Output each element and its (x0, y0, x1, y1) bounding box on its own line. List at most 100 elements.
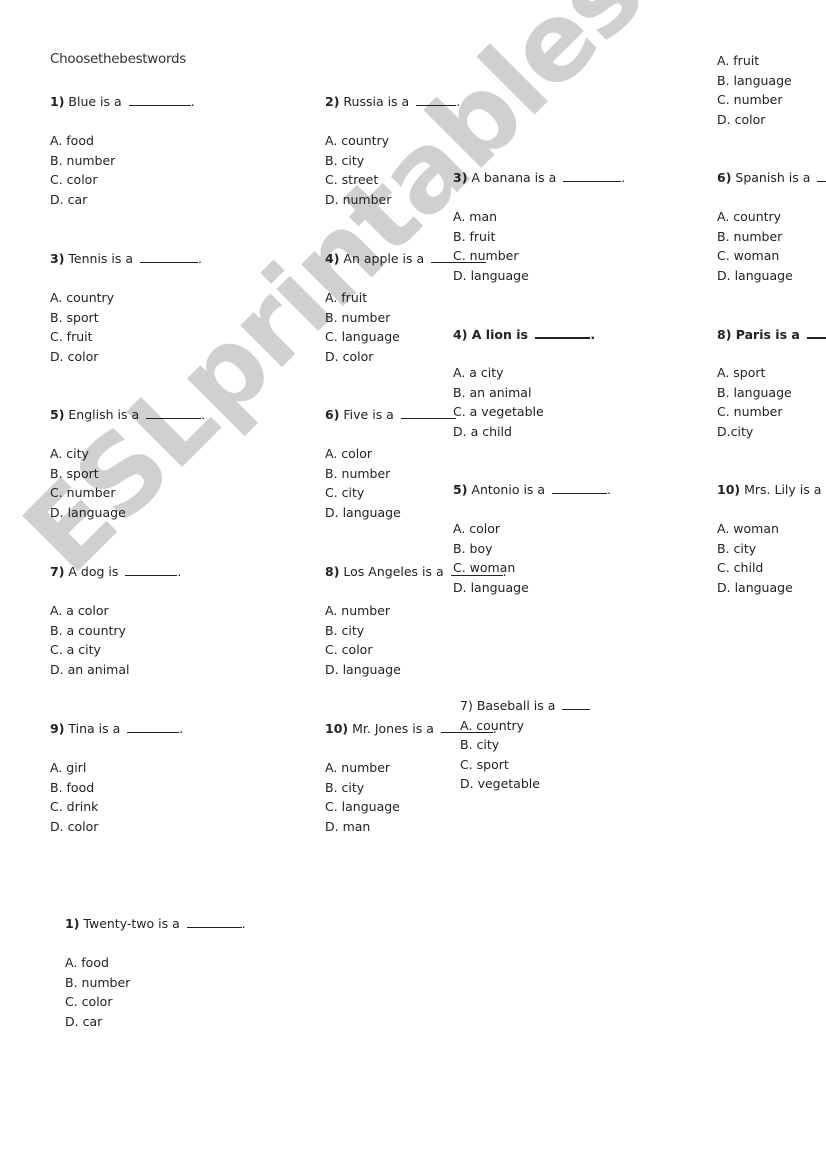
answer-blank[interactable] (140, 249, 199, 263)
answer-option[interactable]: A. color (453, 519, 611, 539)
answer-option[interactable]: A. country (50, 288, 202, 308)
answer-option[interactable]: C. drink (50, 797, 183, 817)
answer-option[interactable]: D. man (325, 817, 497, 837)
answer-option[interactable]: A. a color (50, 601, 181, 621)
question-block: 10) Mrs. Lily is a A. woman B. city C. chi… (717, 480, 826, 597)
answer-option[interactable]: A. number (325, 601, 507, 621)
question-stem: 10) Mrs. Lily is a (717, 480, 826, 500)
answer-option[interactable]: D. language (717, 266, 826, 286)
answer-blank[interactable] (450, 562, 503, 576)
answer-option[interactable]: D. number (325, 190, 460, 210)
answer-option[interactable]: A. food (65, 953, 246, 973)
answer-option[interactable]: C. number (717, 402, 826, 422)
answer-blank[interactable] (186, 914, 242, 928)
answer-blank[interactable] (535, 324, 591, 339)
answer-option[interactable]: C. a city (50, 640, 181, 660)
worksheet-page: ESLprintables.com Choosethebestwords 1) … (0, 0, 826, 1169)
answer-option[interactable]: A. sport (717, 363, 826, 383)
answer-option[interactable]: C. street (325, 170, 460, 190)
answer-blank[interactable] (562, 696, 591, 710)
question-block: 10) Mr. Jones is a . A. number B. city C. l… (325, 719, 497, 836)
question-number: 4) (325, 251, 340, 266)
question-end-punct: . (456, 94, 461, 109)
answer-blank[interactable] (817, 168, 826, 182)
answer-option[interactable]: C. city (325, 483, 456, 503)
answer-option[interactable]: C. color (65, 992, 246, 1012)
question-number: 8) (325, 564, 340, 579)
question-end-punct: . (241, 916, 246, 931)
answer-option[interactable]: A. girl (50, 758, 183, 778)
answer-option[interactable]: D. color (717, 110, 792, 130)
answer-blank[interactable] (125, 562, 178, 576)
answer-option[interactable]: D. a child (453, 422, 595, 442)
answer-option[interactable]: B. an animal (453, 383, 595, 403)
answer-blank[interactable] (400, 405, 456, 419)
answer-blank[interactable] (552, 480, 608, 494)
answer-option[interactable]: D. language (325, 660, 507, 680)
worksheet-title: Choosethebestwords (50, 51, 187, 67)
answer-option[interactable]: B. language (717, 71, 792, 91)
answer-option[interactable]: D. color (50, 347, 202, 367)
answer-option[interactable]: B. fruit (453, 227, 625, 247)
answer-option[interactable]: A. woman (717, 519, 826, 539)
answer-option[interactable]: A. man (453, 207, 625, 227)
answer-option[interactable]: C. number (50, 483, 205, 503)
answer-option[interactable]: B. sport (50, 464, 205, 484)
question-number: 10) (325, 721, 349, 736)
answer-option[interactable]: B. number (50, 151, 195, 171)
answer-option[interactable]: A. country (325, 131, 460, 151)
answer-option[interactable]: C. child (717, 558, 826, 578)
answer-blank[interactable] (431, 249, 487, 263)
answer-option[interactable]: A. fruit (325, 288, 486, 308)
answer-option[interactable]: B. city (325, 778, 497, 798)
answer-option[interactable]: B. city (325, 621, 507, 641)
answer-option[interactable]: D. car (50, 190, 195, 210)
answer-blank[interactable] (440, 719, 493, 733)
answer-option[interactable]: B. number (717, 227, 826, 247)
question-number: 6) (717, 170, 732, 185)
answer-option[interactable]: D.city (717, 422, 826, 442)
answer-option[interactable]: B. boy (453, 539, 611, 559)
answer-option[interactable]: A. color (325, 444, 456, 464)
answer-option[interactable]: C. fruit (50, 327, 202, 347)
answer-blank[interactable] (128, 92, 191, 106)
answer-option[interactable]: C. woman (717, 246, 826, 266)
answer-option[interactable]: A. number (325, 758, 497, 778)
answer-option[interactable]: C. number (717, 90, 792, 110)
answer-option[interactable]: C. language (325, 797, 497, 817)
answer-blank[interactable] (146, 405, 202, 419)
answer-option[interactable]: A. a city (453, 363, 595, 383)
answer-option[interactable]: C. color (325, 640, 507, 660)
answer-option[interactable]: B. city (325, 151, 460, 171)
answer-option[interactable]: C. color (50, 170, 195, 190)
answer-blank[interactable] (563, 168, 622, 182)
answer-blank[interactable] (416, 92, 457, 106)
question-block: 5) English is a . A. city B. sport C. numbe… (50, 405, 205, 522)
answer-option[interactable]: D. language (325, 503, 456, 523)
question-stem: 6) Five is a (325, 405, 456, 425)
answer-option[interactable]: A. city (50, 444, 205, 464)
question-text: A banana is a (471, 170, 557, 185)
answer-option[interactable]: C. a vegetable (453, 402, 595, 422)
answer-option[interactable]: D. car (65, 1012, 246, 1032)
answer-option[interactable]: B. food (50, 778, 183, 798)
answer-option[interactable]: D. an animal (50, 660, 181, 680)
answer-option[interactable]: B. city (717, 539, 826, 559)
answer-option[interactable]: D. language (717, 578, 826, 598)
answer-option[interactable]: D. color (50, 817, 183, 837)
answer-option[interactable]: B. number (325, 464, 456, 484)
answer-option[interactable]: D. language (50, 503, 205, 523)
answer-option[interactable]: A. fruit (717, 51, 792, 71)
question-text: English is a (68, 407, 140, 422)
answer-option[interactable]: A. country (717, 207, 826, 227)
question-block: 6) Five is a A. color B. number C. city D. … (325, 405, 456, 522)
answer-option[interactable]: B. a country (50, 621, 181, 641)
answer-option[interactable]: B. number (65, 973, 246, 993)
answer-option[interactable]: B. language (717, 383, 826, 403)
answer-blank[interactable] (807, 324, 826, 339)
question-end-punct: . (492, 721, 497, 736)
question-stem: 1) Blue is a . (50, 92, 195, 112)
answer-option[interactable]: A. food (50, 131, 195, 151)
answer-option[interactable]: B. sport (50, 308, 202, 328)
answer-blank[interactable] (127, 719, 180, 733)
